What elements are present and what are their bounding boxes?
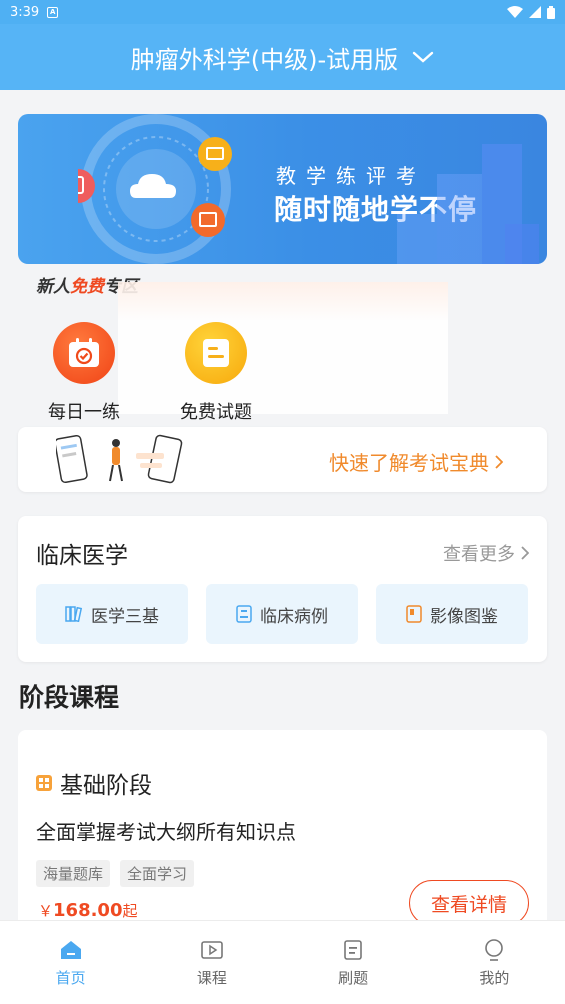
nav-profile-label[interactable]: 我的 (479, 967, 509, 988)
course-card[interactable]: 基础阶段 全面掌握考试大纲所有知识点 海量题库 全面学习 ￥168.00起 查看… (18, 730, 547, 930)
promo-banner[interactable]: 教学练评考 随时随地学不停 (18, 114, 547, 264)
wifi-icon (507, 6, 523, 18)
nav-courses[interactable]: 课程 (141, 921, 282, 1004)
books-icon (65, 606, 83, 622)
course-title-text: 基础阶段 (60, 773, 152, 799)
nav-courses-label[interactable]: 课程 (197, 967, 227, 988)
price-value: 168.00 (53, 900, 123, 921)
nav-home[interactable]: 首页 (0, 921, 141, 1004)
course-tag: 全面学习 (120, 860, 195, 887)
nav-practice[interactable]: 刷题 (283, 921, 424, 1004)
course-description: 全面掌握考试大纲所有知识点 (36, 820, 296, 844)
nav-practice-label[interactable]: 刷题 (338, 967, 368, 988)
image-atlas-button[interactable]: 影像图鉴 (376, 584, 528, 644)
chevron-right-icon (521, 546, 529, 560)
case-file-icon (236, 605, 252, 623)
exam-guide-text[interactable]: 快速了解考试宝典 (329, 447, 489, 476)
chevron-right-icon (495, 454, 503, 469)
course-price: ￥168.00起 (38, 900, 138, 921)
course-title: 基础阶段 (36, 766, 152, 800)
course-tag: 海量题库 (36, 860, 111, 887)
newbie-highlight: 免费 (70, 277, 104, 297)
home-icon[interactable] (60, 939, 82, 961)
document-icon[interactable] (185, 322, 247, 384)
price-suffix: 起 (122, 902, 138, 920)
daily-practice-label: 每日一练 (48, 402, 120, 423)
stage-courses-heading: 阶段课程 (19, 683, 120, 712)
exam-guide-card[interactable]: 快速了解考试宝典 (18, 427, 547, 492)
calendar-check-icon[interactable] (53, 322, 115, 384)
free-questions-label: 免费试题 (180, 402, 252, 423)
nav-profile[interactable]: 我的 (424, 921, 565, 1004)
app-header[interactable]: 肿瘤外科学(中级)-试用版 (0, 24, 565, 90)
list-icon[interactable] (344, 939, 362, 961)
cloud-rings-graphic (78, 114, 232, 264)
status-bar: 3:39 A (0, 0, 565, 24)
grid-icon (36, 775, 52, 791)
exam-guide-link[interactable]: 快速了解考试宝典 (329, 447, 503, 476)
status-time: 3:39 (10, 4, 40, 20)
chevron-down-icon[interactable] (412, 50, 434, 64)
clinical-cases-button[interactable]: 临床病例 (206, 584, 358, 644)
battery-icon (547, 5, 555, 19)
image-atlas-label: 影像图鉴 (430, 606, 498, 627)
header-title[interactable]: 肿瘤外科学(中级)-试用版 (131, 40, 398, 75)
price-currency: ￥ (38, 902, 54, 920)
image-book-icon (406, 605, 422, 623)
free-questions-button[interactable]: 免费试题 (156, 322, 276, 424)
medical-basics-label: 医学三基 (91, 606, 159, 627)
clinical-medicine-section: 临床医学 查看更多 医学三基 临床病例 影像图鉴 (18, 516, 547, 662)
signal-icon (529, 6, 541, 18)
bottom-nav: 首页 课程 刷题 我的 (0, 920, 565, 1004)
section-title: 临床医学 (36, 543, 128, 569)
daily-practice-button[interactable]: 每日一练 (24, 322, 144, 424)
user-icon[interactable] (484, 939, 504, 961)
nav-home-label[interactable]: 首页 (56, 967, 86, 988)
a-box-icon: A (47, 6, 59, 18)
medical-basics-button[interactable]: 医学三基 (36, 584, 188, 644)
buildings-graphic (397, 144, 539, 264)
play-icon[interactable] (201, 939, 223, 961)
view-more-link[interactable]: 查看更多 (443, 540, 529, 566)
view-more-text[interactable]: 查看更多 (443, 540, 515, 566)
phones-illustration (56, 434, 183, 484)
clinical-cases-label: 临床病例 (260, 606, 328, 627)
newbie-prefix: 新人 (36, 277, 70, 297)
course-tags: 海量题库 全面学习 (36, 860, 195, 887)
